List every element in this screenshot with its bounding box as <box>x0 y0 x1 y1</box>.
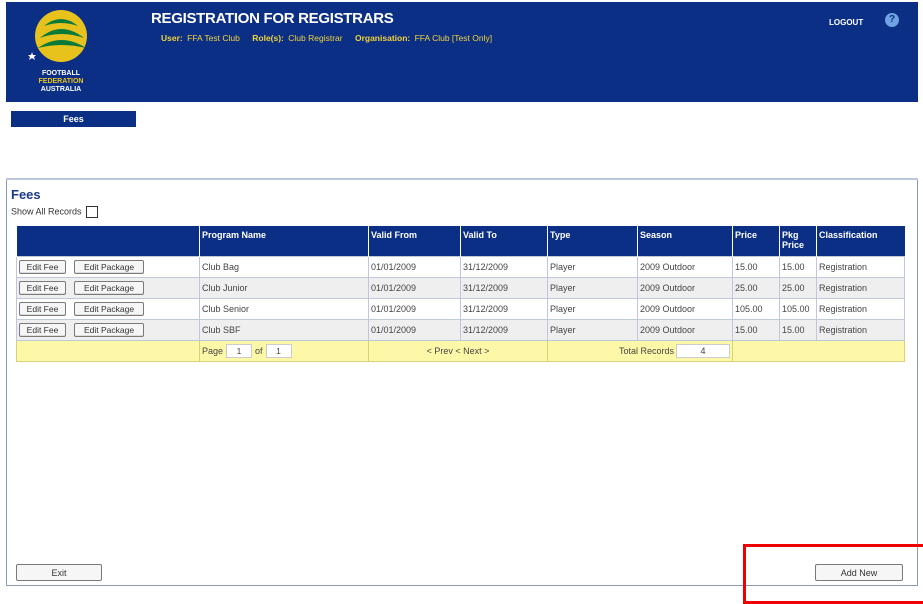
cell-type: Player <box>547 319 638 341</box>
roles-value: Club Registrar <box>288 33 343 43</box>
logout-link[interactable]: LOGOUT <box>829 18 863 27</box>
fees-table: Program Name Valid From Valid To Type Se… <box>16 226 905 362</box>
table-header-row: Program Name Valid From Valid To Type Se… <box>16 226 905 257</box>
nav-bar <box>6 102 918 180</box>
cell-price: 15.00 <box>732 319 780 341</box>
edit-package-button[interactable]: Edit Package <box>74 281 144 295</box>
edit-package-button[interactable]: Edit Package <box>74 323 144 337</box>
cell-valid-to: 31/12/2009 <box>460 256 548 278</box>
col-actions <box>16 226 200 257</box>
edit-fee-button[interactable]: Edit Fee <box>19 302 66 316</box>
cell-pkg-price: 105.00 <box>779 298 817 320</box>
table-row: Edit Fee Edit Package Club Junior 01/01/2… <box>16 277 905 299</box>
next-link[interactable]: < Next > <box>455 346 489 356</box>
logo-text-football: FOOTBALL <box>41 70 81 77</box>
show-all-records: Show All Records <box>11 206 99 218</box>
cell-season: 2009 Outdoor <box>637 319 733 341</box>
total-records-value: 4 <box>676 344 730 358</box>
tab-fees[interactable]: Fees <box>11 111 136 127</box>
cell-classification: Registration <box>816 277 905 299</box>
table-row: Edit Fee Edit Package Club Bag 01/01/2009… <box>16 256 905 278</box>
cell-classification: Registration <box>816 256 905 278</box>
cell-pkg-price: 15.00 <box>779 256 817 278</box>
edit-package-button[interactable]: Edit Package <box>74 302 144 316</box>
cell-program: Club SBF <box>199 319 369 341</box>
cell-valid-from: 01/01/2009 <box>368 319 461 341</box>
cell-classification: Registration <box>816 319 905 341</box>
cell-price: 25.00 <box>732 277 780 299</box>
logo-text-australia: AUSTRALIA <box>40 86 82 93</box>
ffa-logo-icon <box>28 10 87 62</box>
user-info: User: FFA Test Club Role(s): Club Regist… <box>161 33 502 43</box>
cell-type: Player <box>547 277 638 299</box>
col-season: Season <box>637 226 733 257</box>
col-program-name: Program Name <box>199 226 369 257</box>
logo-text-federation: FEDERATION <box>38 78 84 85</box>
cell-type: Player <box>547 256 638 278</box>
col-classification: Classification <box>816 226 905 257</box>
page-title: REGISTRATION FOR REGISTRARS <box>151 10 394 27</box>
show-all-checkbox[interactable] <box>86 206 99 218</box>
cell-valid-to: 31/12/2009 <box>460 319 548 341</box>
cell-season: 2009 Outdoor <box>637 298 733 320</box>
cell-season: 2009 Outdoor <box>637 277 733 299</box>
org-label: Organisation: <box>354 33 411 43</box>
header-bar: FOOTBALL FEDERATION AUSTRALIA REGISTRATI… <box>6 2 918 102</box>
pager-row: Page 1 of 1 < Prev < Next > Total Records 4 <box>16 340 905 362</box>
col-type: Type <box>547 226 638 257</box>
of-label: of <box>255 346 263 356</box>
cell-valid-from: 01/01/2009 <box>368 298 461 320</box>
edit-fee-button[interactable]: Edit Fee <box>19 323 66 337</box>
cell-classification: Registration <box>816 298 905 320</box>
cell-pkg-price: 25.00 <box>779 277 817 299</box>
page-label: Page <box>202 346 224 356</box>
col-valid-to: Valid To <box>460 226 548 257</box>
total-records-label: Total Records <box>618 346 674 356</box>
help-icon[interactable]: ? <box>885 13 899 27</box>
table-row: Edit Fee Edit Package Club SBF 01/01/2009… <box>16 319 905 341</box>
cell-valid-to: 31/12/2009 <box>460 277 548 299</box>
cell-program: Club Bag <box>199 256 369 278</box>
edit-fee-button[interactable]: Edit Fee <box>19 281 66 295</box>
cell-type: Player <box>547 298 638 320</box>
col-price: Price <box>732 226 780 257</box>
page-count: 1 <box>265 344 292 358</box>
highlight-box <box>743 544 923 604</box>
edit-package-button[interactable]: Edit Package <box>74 260 144 274</box>
cell-valid-from: 01/01/2009 <box>368 277 461 299</box>
show-all-label: Show All Records <box>11 206 82 217</box>
ffa-logo: FOOTBALL FEDERATION AUSTRALIA <box>18 8 104 100</box>
col-pkg-price: Pkg Price <box>779 226 817 257</box>
cell-season: 2009 Outdoor <box>637 256 733 278</box>
table-row: Edit Fee Edit Package Club Senior 01/01/2… <box>16 298 905 320</box>
prev-link[interactable]: < Prev <box>427 346 453 356</box>
cell-pkg-price: 15.00 <box>779 319 817 341</box>
roles-label: Role(s): <box>252 33 284 43</box>
user-value: FFA Test Club <box>187 33 240 43</box>
page-input[interactable]: 1 <box>226 344 253 358</box>
col-valid-from: Valid From <box>368 226 461 257</box>
exit-button[interactable]: Exit <box>16 564 102 581</box>
cell-price: 15.00 <box>732 256 780 278</box>
user-label: User: <box>161 33 183 43</box>
cell-valid-to: 31/12/2009 <box>460 298 548 320</box>
cell-valid-from: 01/01/2009 <box>368 256 461 278</box>
cell-price: 105.00 <box>732 298 780 320</box>
cell-program: Club Senior <box>199 298 369 320</box>
section-title: Fees <box>11 187 41 202</box>
org-value: FFA Club [Test Only] <box>414 33 493 43</box>
edit-fee-button[interactable]: Edit Fee <box>19 260 66 274</box>
cell-program: Club Junior <box>199 277 369 299</box>
